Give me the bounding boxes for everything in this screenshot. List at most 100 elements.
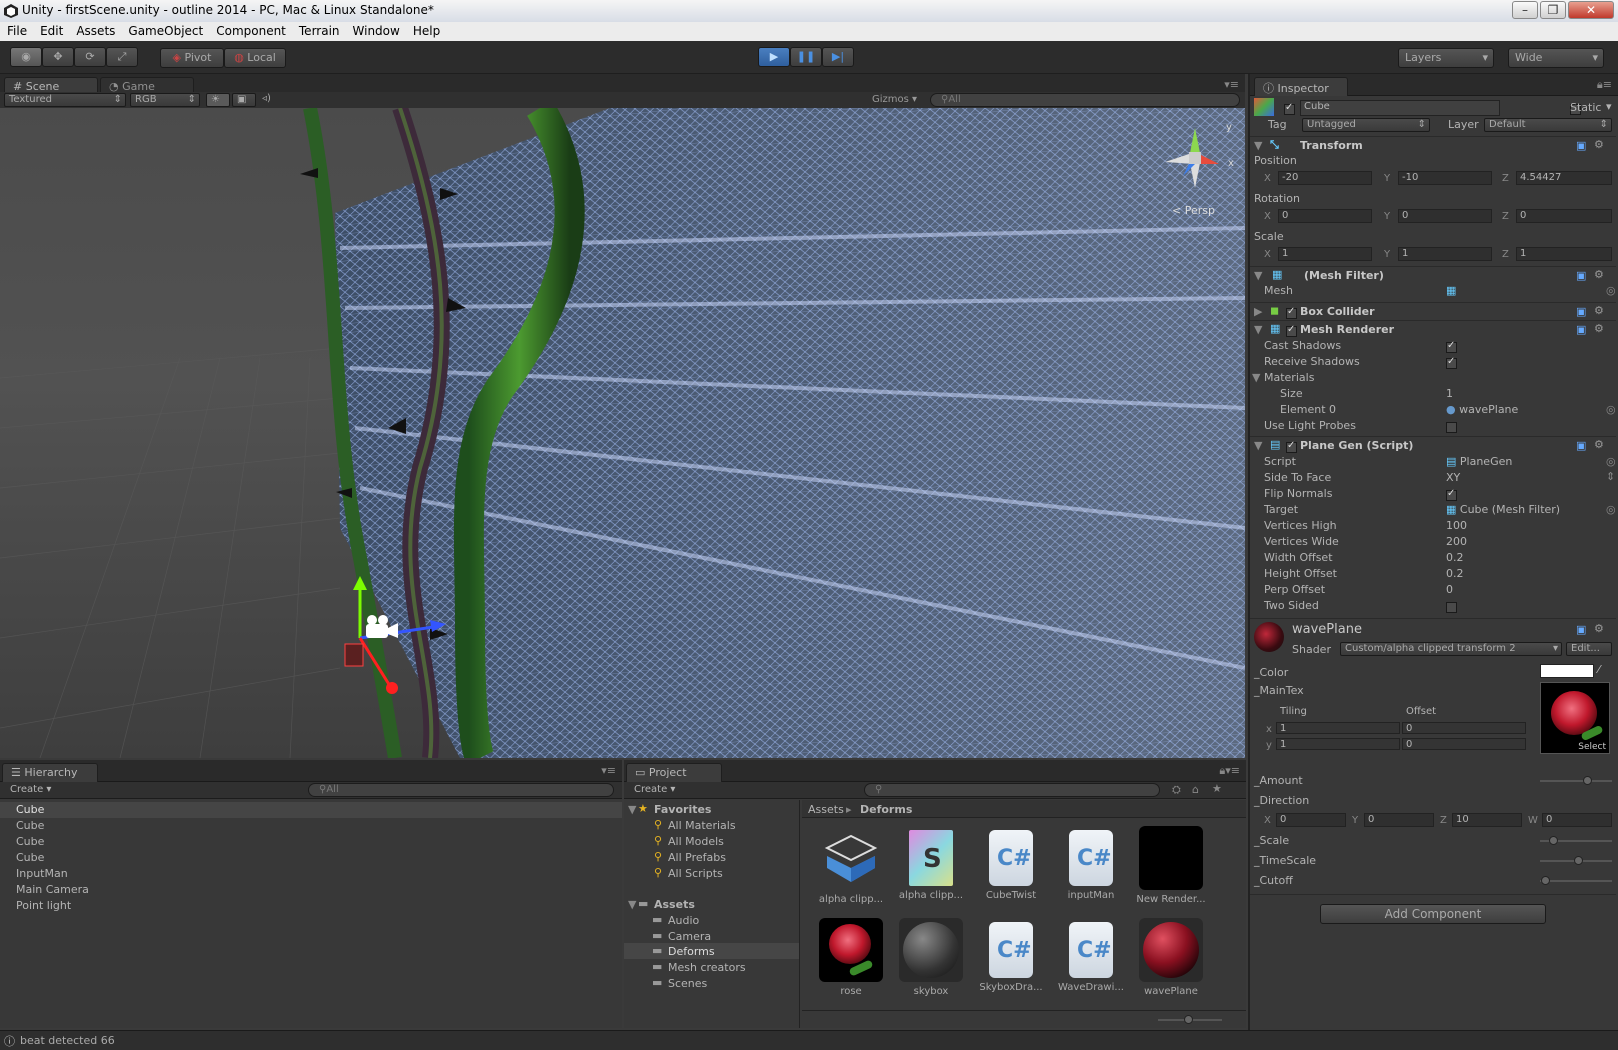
position-z-field[interactable]: 4.54427	[1516, 171, 1612, 185]
panel-menu-icon[interactable]: 🔒︎▾≡	[1219, 764, 1240, 778]
plane-gen-header[interactable]: ▼ ▤ Plane Gen (Script) ▣ ⚙	[1250, 436, 1616, 454]
asset-item[interactable]: skybox	[894, 918, 968, 997]
gear-icon[interactable]: ⚙	[1594, 622, 1604, 635]
mesh-filter-header[interactable]: ▼ ▦ (Mesh Filter) ▣ ⚙	[1250, 266, 1616, 284]
direction-x-field[interactable]: 0	[1276, 813, 1346, 827]
layers-dropdown[interactable]: Layers ▾	[1398, 48, 1494, 68]
hierarchy-item[interactable]: Cube	[16, 851, 44, 864]
help-icon[interactable]: ▣	[1576, 139, 1586, 152]
asset-item[interactable]: New Render...	[1134, 826, 1208, 905]
gear-icon[interactable]: ⚙	[1594, 304, 1604, 317]
pivot-toggle[interactable]: ◈ Pivot	[160, 48, 224, 68]
gear-icon[interactable]: ⚙	[1594, 322, 1604, 335]
asset-item[interactable]: C# CubeTwist	[974, 826, 1048, 901]
direction-z-field[interactable]: 10	[1452, 813, 1522, 827]
tiling-x-field[interactable]: 1	[1276, 722, 1400, 734]
breadcrumb-root[interactable]: Assets	[808, 803, 844, 816]
pause-button[interactable]: ❚❚	[790, 47, 822, 67]
tag-dropdown[interactable]: Untagged ⇕	[1302, 118, 1430, 132]
script-field[interactable]: ▤ PlaneGen	[1446, 455, 1512, 468]
folder-item[interactable]: Mesh creators	[668, 961, 746, 974]
gear-icon[interactable]: ⚙	[1594, 438, 1604, 451]
add-component-button[interactable]: Add Component	[1320, 904, 1546, 924]
help-icon[interactable]: ▣	[1576, 305, 1586, 318]
box-collider-header[interactable]: ▶ ◼ Box Collider ▣ ⚙	[1250, 302, 1616, 320]
rotation-x-field[interactable]: 0	[1278, 209, 1372, 223]
hierarchy-item[interactable]: Main Camera	[16, 883, 89, 896]
help-icon[interactable]: ▣	[1576, 323, 1586, 336]
folder-item[interactable]: Camera	[668, 930, 711, 943]
tab-hierarchy[interactable]: ☰ Hierarchy	[2, 763, 98, 782]
move-tool-button[interactable]: ✥	[42, 47, 74, 67]
element0-field[interactable]: ● wavePlane	[1446, 403, 1518, 416]
shader-dropdown[interactable]: Custom/alpha clipped transform 2 ▾	[1340, 642, 1562, 656]
menu-edit[interactable]: Edit	[33, 22, 69, 38]
asset-item[interactable]: S alpha clipp...	[894, 826, 968, 901]
eyedropper-icon[interactable]: ⁄	[1598, 663, 1600, 676]
favorite-item[interactable]: All Models	[668, 835, 724, 848]
menu-terrain[interactable]: Terrain	[292, 22, 346, 38]
object-name-field[interactable]: Cube	[1300, 100, 1500, 116]
folder-item[interactable]: Audio	[668, 914, 699, 927]
favorite-item[interactable]: All Prefabs	[668, 851, 726, 864]
local-toggle[interactable]: ◍ Local	[224, 48, 286, 68]
width-offset-field[interactable]: 0.2	[1446, 551, 1464, 564]
mesh-icon[interactable]: ▦	[1446, 284, 1456, 297]
amount-slider-knob[interactable]	[1583, 776, 1593, 785]
projection-label[interactable]: < Persp	[1172, 204, 1215, 217]
materials-row[interactable]: ▼ Materials	[1250, 370, 1616, 386]
texture-select-button[interactable]: Select	[1578, 742, 1606, 752]
transform-header[interactable]: ▼ ⤡ Transform ▣ ⚙	[1250, 136, 1616, 154]
render-mode-dropdown[interactable]: Textured ⇕	[4, 93, 126, 107]
gear-icon[interactable]: ⚙	[1594, 138, 1604, 151]
mesh-renderer-enabled-checkbox[interactable]	[1286, 324, 1297, 337]
amount-slider-track[interactable]	[1540, 780, 1612, 782]
edit-shader-button[interactable]: Edit...	[1566, 642, 1612, 656]
vertices-high-field[interactable]: 100	[1446, 519, 1467, 532]
vertices-wide-field[interactable]: 200	[1446, 535, 1467, 548]
rotate-tool-button[interactable]: ⟳	[74, 47, 106, 67]
object-picker-icon[interactable]: ◎	[1606, 403, 1616, 416]
help-icon[interactable]: ▣	[1576, 623, 1586, 636]
perp-offset-field[interactable]: 0	[1446, 583, 1453, 596]
menu-gameobject[interactable]: GameObject	[121, 22, 209, 38]
maximize-button[interactable]: ❐	[1540, 1, 1566, 19]
close-button[interactable]: ✕	[1568, 1, 1614, 19]
color-swatch[interactable]	[1540, 664, 1594, 678]
step-button[interactable]: ▶|	[822, 47, 854, 67]
object-picker-icon[interactable]: ◎	[1606, 503, 1616, 516]
asset-item[interactable]: C# inputMan	[1054, 826, 1128, 901]
thumbnail-size-knob[interactable]	[1184, 1015, 1193, 1024]
tab-project[interactable]: ▭ Project	[626, 763, 722, 782]
receive-shadows-checkbox[interactable]	[1446, 356, 1457, 369]
texture-slot[interactable]: Select	[1540, 682, 1610, 754]
favorite-item[interactable]: All Scripts	[668, 867, 723, 880]
tiling-y-field[interactable]: 1	[1276, 738, 1400, 750]
view-tool-button[interactable]: ◉	[10, 47, 42, 67]
scene-viewport[interactable]: y x < Persp	[0, 108, 1245, 758]
menu-file[interactable]: File	[0, 22, 33, 38]
gizmos-dropdown[interactable]: Gizmos ▾	[872, 94, 917, 105]
scale-tool-button[interactable]: ⤢	[106, 47, 138, 67]
gear-icon[interactable]: ⚙	[1594, 268, 1604, 281]
hierarchy-item[interactable]: InputMan	[16, 867, 68, 880]
active-checkbox[interactable]	[1284, 102, 1295, 115]
help-icon[interactable]: ▣	[1576, 269, 1586, 282]
folder-item[interactable]: Scenes	[668, 977, 707, 990]
assets-folder[interactable]: Assets	[654, 898, 695, 911]
favorites-label[interactable]: Favorites	[654, 803, 711, 816]
height-offset-field[interactable]: 0.2	[1446, 567, 1464, 580]
cast-shadows-checkbox[interactable]	[1446, 340, 1457, 353]
color-mode-dropdown[interactable]: RGB ⇕	[130, 93, 200, 107]
asset-item[interactable]: C# WaveDrawi...	[1054, 918, 1128, 993]
cutoff-slider-knob[interactable]	[1541, 876, 1551, 885]
favorite-item[interactable]: All Materials	[668, 819, 736, 832]
hierarchy-create-dropdown[interactable]: Create ▾	[10, 784, 51, 795]
layout-dropdown[interactable]: Wide ▾	[1508, 48, 1604, 68]
image-toggle[interactable]: ▣	[232, 93, 256, 107]
scale-slider-knob[interactable]	[1549, 836, 1559, 845]
hierarchy-item[interactable]: Point light	[16, 899, 71, 912]
filter-label-icon[interactable]: ⌂	[1192, 783, 1199, 796]
position-x-field[interactable]: -20	[1278, 171, 1372, 185]
panel-menu-icon[interactable]: ▾≡	[1224, 78, 1239, 91]
